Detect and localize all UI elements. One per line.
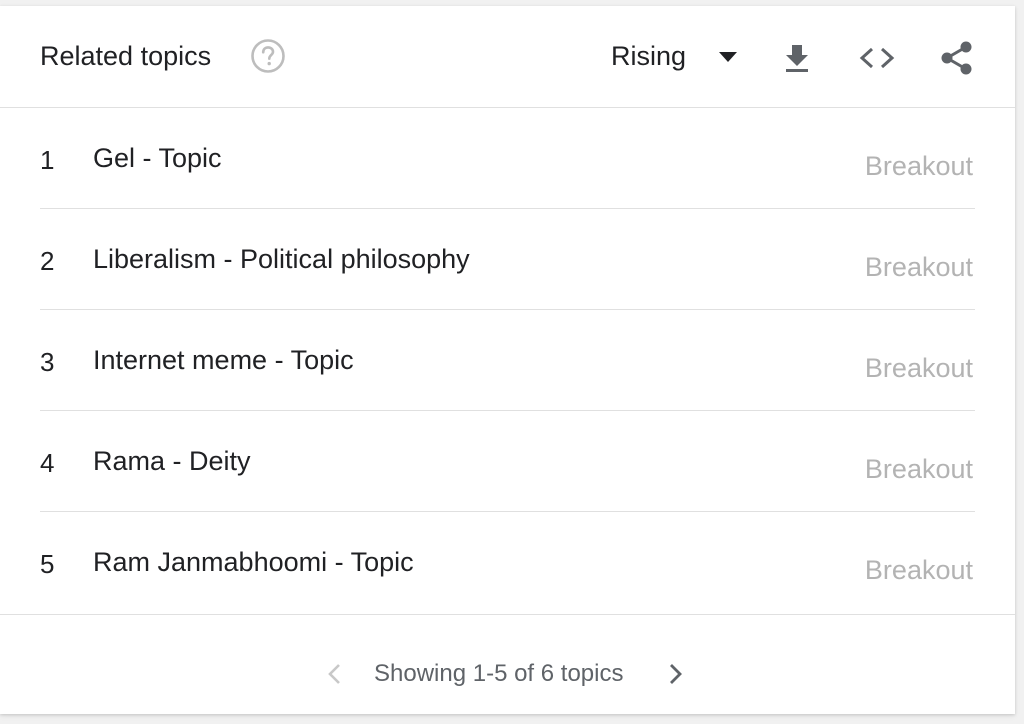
topic-link[interactable]: Rama - Deity bbox=[93, 445, 251, 477]
sort-dropdown[interactable]: Rising bbox=[611, 40, 686, 72]
list-item[interactable]: 4 Rama - Deity Breakout bbox=[40, 411, 975, 512]
topic-value: Breakout bbox=[864, 555, 973, 585]
chevron-right-icon[interactable] bbox=[664, 659, 688, 689]
rank-number: 1 bbox=[40, 145, 55, 175]
rank-number: 5 bbox=[40, 549, 55, 579]
chevron-left-icon bbox=[328, 664, 340, 684]
topic-link[interactable]: Gel - Topic bbox=[93, 142, 222, 174]
caret-down-icon[interactable] bbox=[718, 51, 738, 63]
rank-number: 4 bbox=[40, 448, 55, 478]
pagination-status: Showing 1-5 of 6 topics bbox=[374, 660, 624, 687]
embed-code-icon[interactable] bbox=[857, 38, 897, 78]
card-title: Related topics bbox=[40, 41, 212, 71]
topic-link[interactable]: Liberalism - Political philosophy bbox=[93, 243, 470, 275]
rank-number: 3 bbox=[40, 347, 55, 377]
topics-list: 1 Gel - Topic Breakout 2 Liberalism - Po… bbox=[40, 108, 975, 612]
rank-number: 2 bbox=[40, 246, 55, 276]
card-header: Related topics Rising bbox=[0, 6, 1015, 108]
download-icon[interactable] bbox=[777, 38, 817, 78]
list-item[interactable]: 5 Ram Janmabhoomi - Topic Breakout bbox=[40, 512, 975, 612]
list-item[interactable]: 1 Gel - Topic Breakout bbox=[40, 108, 975, 209]
topic-link[interactable]: Internet meme - Topic bbox=[93, 344, 354, 376]
topic-value: Breakout bbox=[864, 151, 973, 181]
topic-value: Breakout bbox=[864, 353, 973, 383]
list-item[interactable]: 2 Liberalism - Political philosophy Brea… bbox=[40, 209, 975, 310]
list-item[interactable]: 3 Internet meme - Topic Breakout bbox=[40, 310, 975, 411]
related-topics-card: Related topics Rising 1 Gel - Topic Brea… bbox=[0, 6, 1015, 714]
topic-link[interactable]: Ram Janmabhoomi - Topic bbox=[93, 546, 414, 578]
topic-value: Breakout bbox=[864, 454, 973, 484]
topic-value: Breakout bbox=[864, 252, 973, 282]
pagination: Showing 1-5 of 6 topics bbox=[0, 614, 1015, 715]
share-icon[interactable] bbox=[937, 38, 977, 78]
help-circle-icon[interactable] bbox=[250, 38, 286, 74]
